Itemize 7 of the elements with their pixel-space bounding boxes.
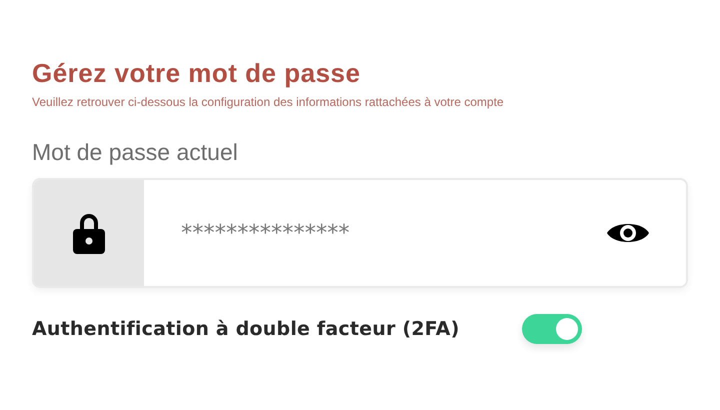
toggle-label: Authentification à double facteur (2FA) bbox=[32, 318, 460, 340]
password-field[interactable]: *************** bbox=[178, 220, 606, 246]
lock-icon bbox=[72, 212, 106, 254]
toggle-switch[interactable] bbox=[522, 314, 582, 344]
field-label: Mot de passe actuel bbox=[32, 139, 239, 166]
page-subtitle: Veuillez retrouver ci-dessous la configuration des informations rattachées à votre compte bbox=[32, 95, 505, 109]
page-title: Gérez votre mot de passe bbox=[32, 58, 362, 89]
